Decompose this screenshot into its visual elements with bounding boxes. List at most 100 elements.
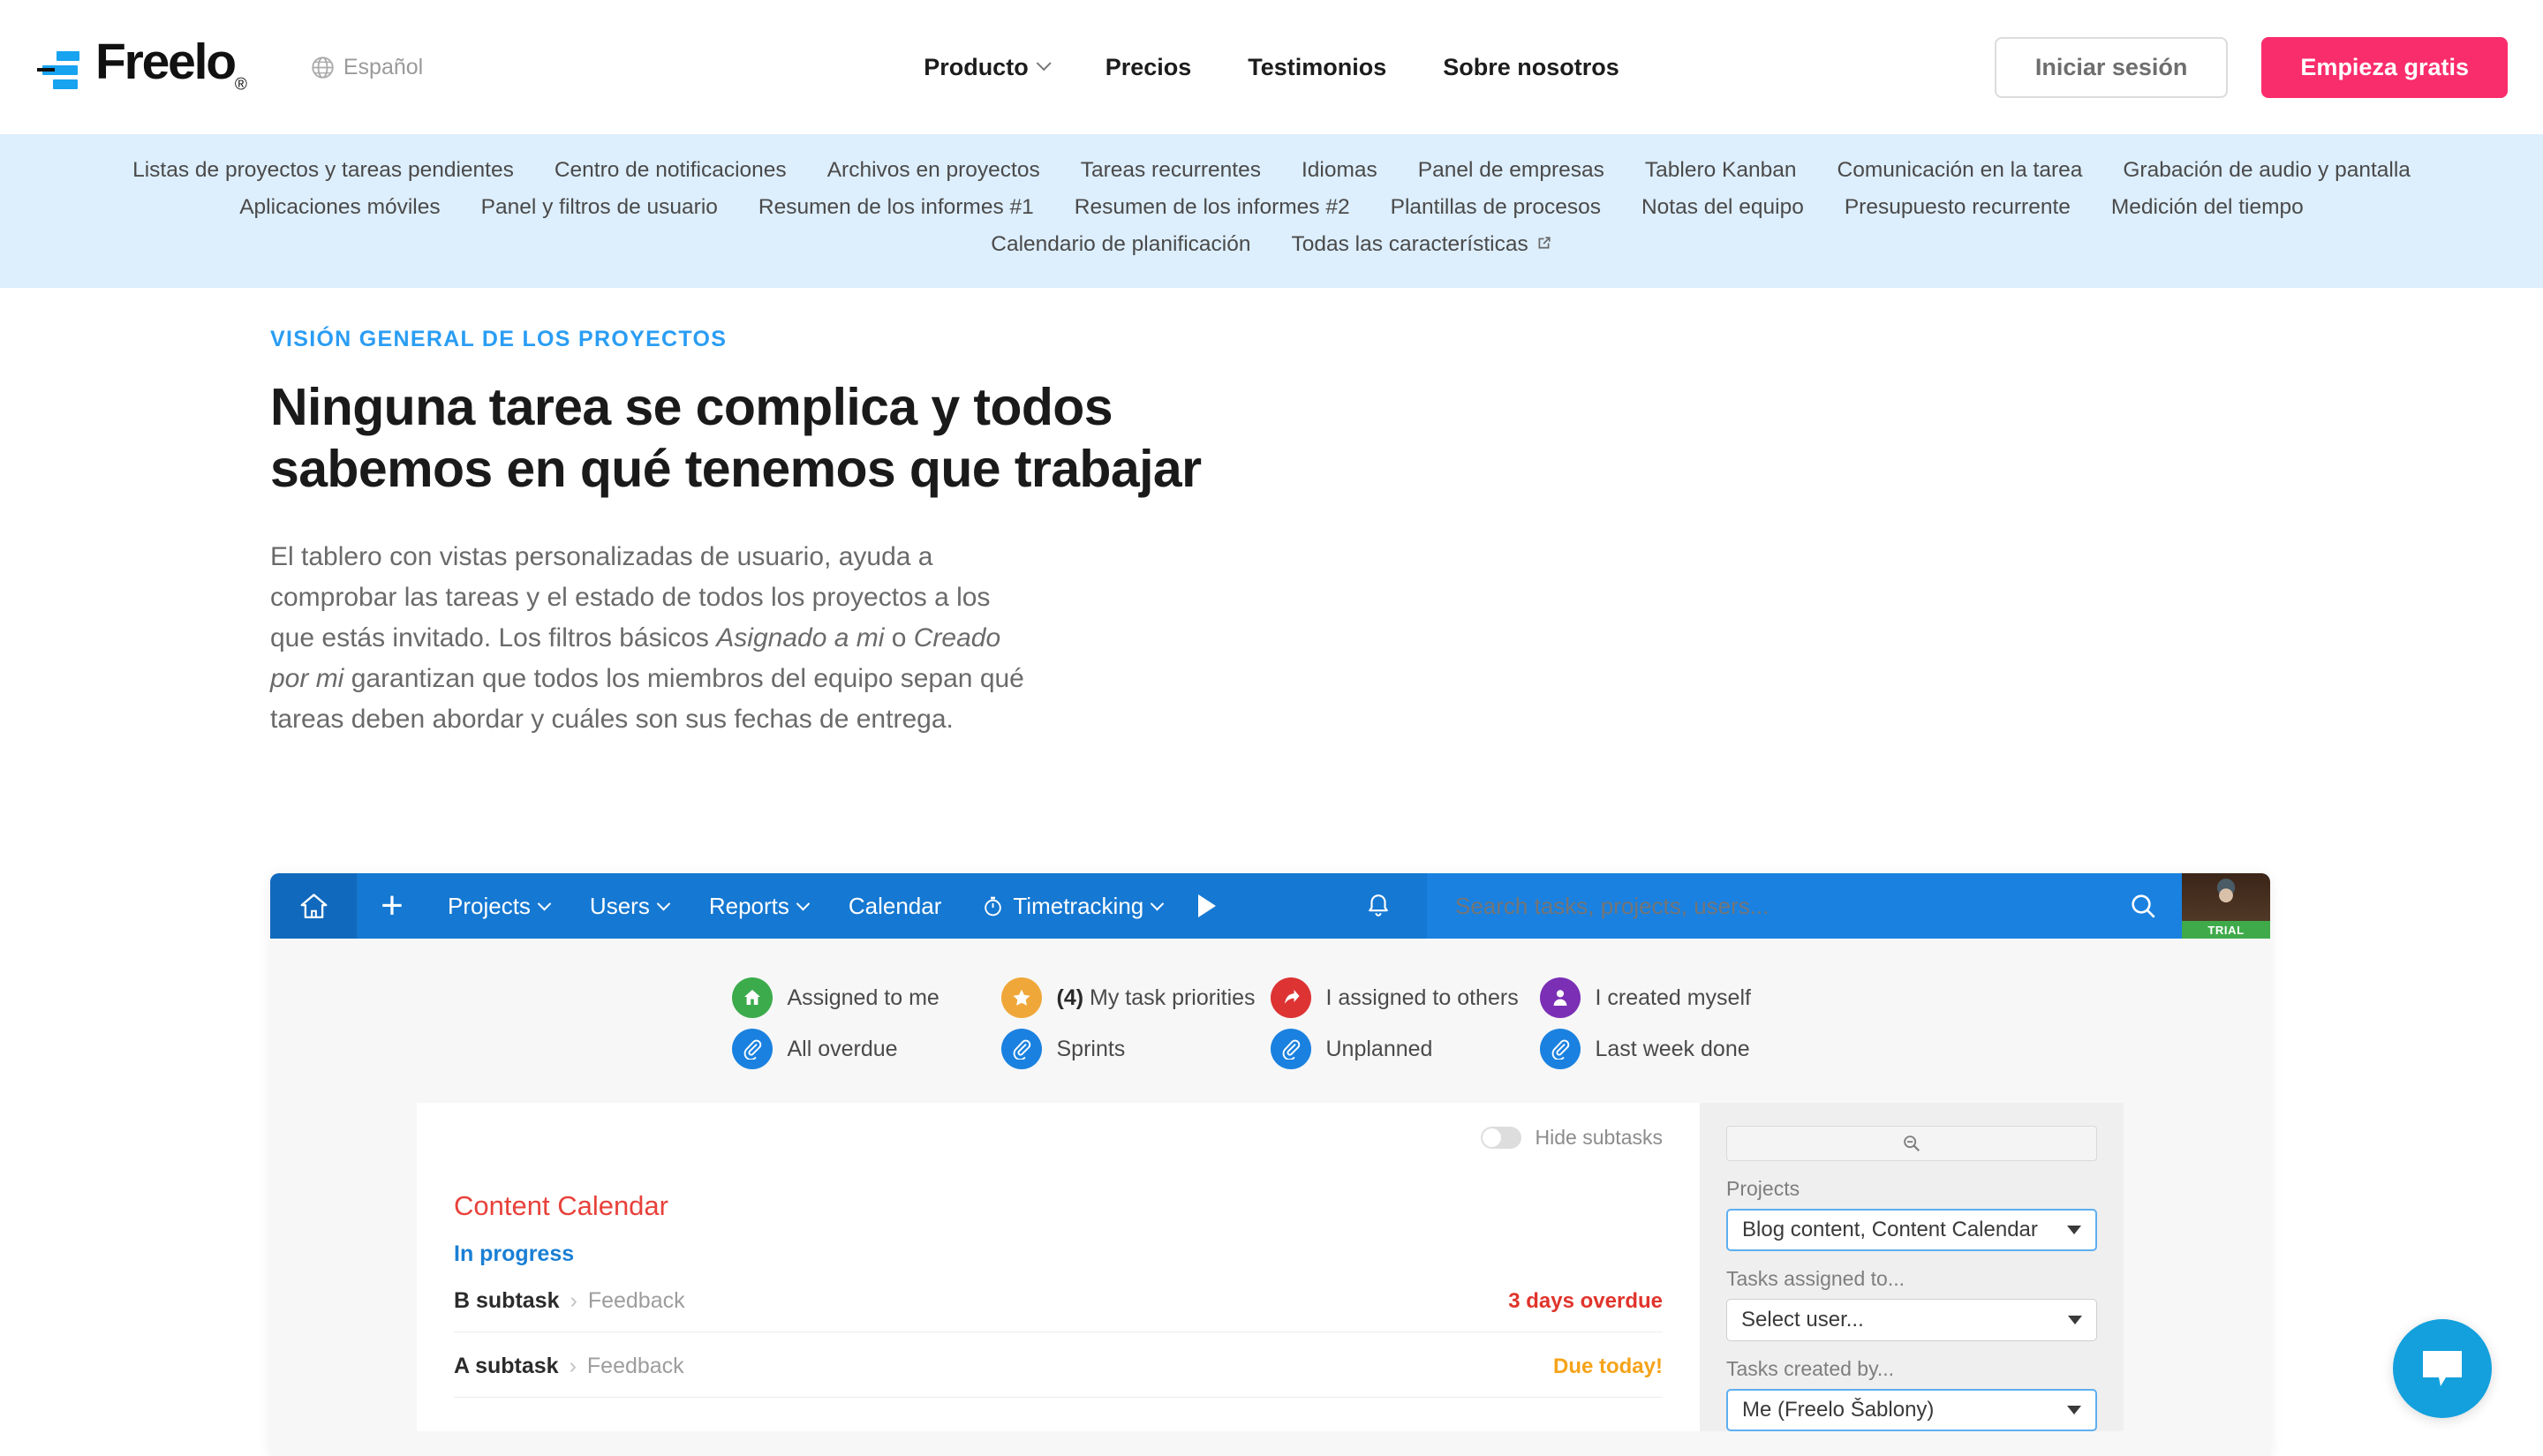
assigned-to-me-icon-circle — [732, 977, 773, 1018]
signup-button[interactable]: Empieza gratis — [2261, 37, 2508, 98]
toggle-switch[interactable] — [1481, 1127, 1521, 1149]
quick-filter-label-sprints: Sprints — [1057, 1037, 1126, 1062]
subnav-link-centro-notificaciones[interactable]: Centro de notificaciones — [555, 158, 787, 183]
subnav-link-aplicaciones-moviles[interactable]: Aplicaciones móviles — [239, 195, 440, 220]
nav-label-producto: Producto — [924, 54, 1029, 81]
chat-widget-button[interactable] — [2393, 1319, 2492, 1418]
quick-filters: Assigned to me (4) My task priorities I … — [270, 939, 2270, 1075]
filter-select-assigned-to[interactable]: Select user... — [1726, 1299, 2097, 1341]
quick-filter-my-priorities[interactable]: (4) My task priorities — [1001, 977, 1271, 1018]
task-name: B subtask — [454, 1288, 559, 1314]
hero-section: VISIÓN GENERAL DE LOS PROYECTOS Ninguna … — [0, 288, 2543, 740]
table-row[interactable]: B subtask › Feedback 3 days overdue — [454, 1267, 1663, 1332]
arrow-share-icon — [1280, 987, 1302, 1008]
app-menu-timetracking[interactable]: Timetracking — [962, 893, 1182, 920]
app-add-button[interactable]: + — [357, 886, 427, 925]
subnav-link-tareas-recurrentes[interactable]: Tareas recurrentes — [1081, 158, 1261, 183]
subnav-link-panel-filtros[interactable]: Panel y filtros de usuario — [481, 195, 718, 220]
task-due-status: 3 days overdue — [1508, 1289, 1663, 1314]
app-menu-reports[interactable]: Reports — [689, 893, 828, 920]
subnav-link-plantillas-procesos[interactable]: Plantillas de procesos — [1391, 195, 1601, 220]
quick-filter-label-created: I created myself — [1596, 985, 1751, 1011]
hide-subtasks-label: Hide subtasks — [1536, 1126, 1663, 1150]
app-search-box[interactable] — [1427, 873, 2182, 939]
subnav-link-listas-proyectos[interactable]: Listas de proyectos y tareas pendientes — [132, 158, 514, 183]
task-name: A subtask — [454, 1354, 559, 1379]
app-home-button[interactable] — [270, 873, 357, 939]
header-actions: Iniciar sesión Empieza gratis — [1995, 37, 2508, 98]
quick-filter-all-overdue[interactable]: All overdue — [732, 1029, 1001, 1069]
subnav-link-notas-equipo[interactable]: Notas del equipo — [1641, 195, 1804, 220]
filter-search-box[interactable] — [1726, 1126, 2097, 1161]
chevron-down-icon — [2067, 1226, 2081, 1234]
freelo-logo[interactable]: Freelo® — [37, 39, 247, 94]
quick-filters-row-2: All overdue Sprints Unplanned — [270, 1023, 2270, 1075]
freelo-logo-mark — [37, 44, 88, 90]
subnav-link-grabacion-audio[interactable]: Grabación de audio y pantalla — [2123, 158, 2411, 183]
quick-filter-assigned-to-me[interactable]: Assigned to me — [732, 977, 1001, 1018]
filter-select-created-by-value: Me (Freelo Šablony) — [1742, 1398, 1934, 1422]
nav-label-precios: Precios — [1105, 54, 1192, 81]
app-menu-projects[interactable]: Projects — [427, 893, 570, 920]
quick-filter-assigned-others[interactable]: I assigned to others — [1271, 977, 1540, 1018]
language-label: Español — [343, 55, 423, 80]
home-icon — [299, 892, 328, 921]
app-toolbar: + Projects Users Reports Calendar Timetr… — [270, 873, 2270, 939]
nav-item-testimonios[interactable]: Testimonios — [1248, 54, 1386, 81]
logo-strike — [37, 68, 55, 72]
subnav-link-resumen-informes-1[interactable]: Resumen de los informes #1 — [758, 195, 1034, 220]
nav-item-sobre-nosotros[interactable]: Sobre nosotros — [1443, 54, 1619, 81]
app-menu-users[interactable]: Users — [570, 893, 689, 920]
logo-bar-top — [57, 51, 79, 61]
nav-item-producto[interactable]: Producto — [924, 54, 1049, 81]
language-switcher[interactable]: Español — [311, 55, 423, 80]
created-myself-icon-circle — [1540, 977, 1581, 1018]
nav-item-precios[interactable]: Precios — [1105, 54, 1192, 81]
subnav-link-panel-empresas[interactable]: Panel de empresas — [1418, 158, 1604, 183]
subnav-link-comunicacion-tarea[interactable]: Comunicación en la tarea — [1837, 158, 2083, 183]
subnav-link-medicion-tiempo[interactable]: Medición del tiempo — [2111, 195, 2304, 220]
subnav-link-tablero-kanban[interactable]: Tablero Kanban — [1645, 158, 1797, 183]
app-menu-users-label: Users — [590, 893, 650, 920]
quick-filter-sprints[interactable]: Sprints — [1001, 1029, 1271, 1069]
logo-wordmark: Freelo® — [95, 37, 247, 93]
search-input[interactable] — [1455, 893, 2129, 920]
quick-filter-unplanned[interactable]: Unplanned — [1271, 1029, 1540, 1069]
filter-select-created-by[interactable]: Me (Freelo Šablony) — [1726, 1389, 2097, 1431]
hide-subtasks-toggle[interactable]: Hide subtasks — [454, 1126, 1663, 1150]
assigned-others-icon-circle — [1271, 977, 1311, 1018]
timer-start-button[interactable] — [1198, 894, 1216, 917]
quick-filter-created-myself[interactable]: I created myself — [1540, 977, 1809, 1018]
search-icon[interactable] — [2129, 892, 2157, 920]
bell-icon[interactable] — [1365, 891, 1392, 921]
user-avatar[interactable]: TRIAL — [2182, 873, 2270, 939]
subnav-link-calendario-planificacion[interactable]: Calendario de planificación — [991, 232, 1250, 257]
sprints-icon-circle — [1001, 1029, 1042, 1069]
subnav-link-presupuesto-recurrente[interactable]: Presupuesto recurrente — [1845, 195, 2071, 220]
quick-filter-last-week-done[interactable]: Last week done — [1540, 1029, 1809, 1069]
login-button[interactable]: Iniciar sesión — [1995, 37, 2229, 98]
nav-label-sobre-nosotros: Sobre nosotros — [1443, 54, 1619, 81]
quick-filter-label-lastweek: Last week done — [1596, 1037, 1750, 1062]
subnav-link-idiomas[interactable]: Idiomas — [1302, 158, 1377, 183]
subnav-link-todas-caracteristicas[interactable]: Todas las características — [1291, 232, 1551, 257]
filter-select-projects[interactable]: Blog content, Content Calendar — [1726, 1209, 2097, 1251]
search-zoom-out-icon — [1902, 1134, 1921, 1153]
globe-icon — [311, 56, 335, 79]
quick-filter-label-unplanned: Unplanned — [1326, 1037, 1433, 1062]
quick-filter-count-priorities: (4) — [1057, 985, 1084, 1010]
trial-badge: TRIAL — [2182, 921, 2270, 939]
home-circle-icon — [742, 987, 763, 1008]
subnav-link-archivos-proyectos[interactable]: Archivos en proyectos — [827, 158, 1040, 183]
project-title[interactable]: Content Calendar — [454, 1190, 1663, 1222]
app-menu-calendar[interactable]: Calendar — [828, 893, 962, 920]
star-icon — [1011, 987, 1032, 1008]
task-parent-name: Feedback — [588, 1288, 685, 1314]
chevron-down-icon — [1151, 896, 1165, 910]
external-link-icon — [1536, 235, 1552, 252]
subnav-row-2: Aplicaciones móviles Panel y filtros de … — [0, 189, 2543, 226]
table-row[interactable]: A subtask › Feedback Due today! — [454, 1332, 1663, 1398]
nav-label-testimonios: Testimonios — [1248, 54, 1386, 81]
subnav-link-resumen-informes-2[interactable]: Resumen de los informes #2 — [1075, 195, 1350, 220]
task-parent-name: Feedback — [587, 1354, 684, 1379]
